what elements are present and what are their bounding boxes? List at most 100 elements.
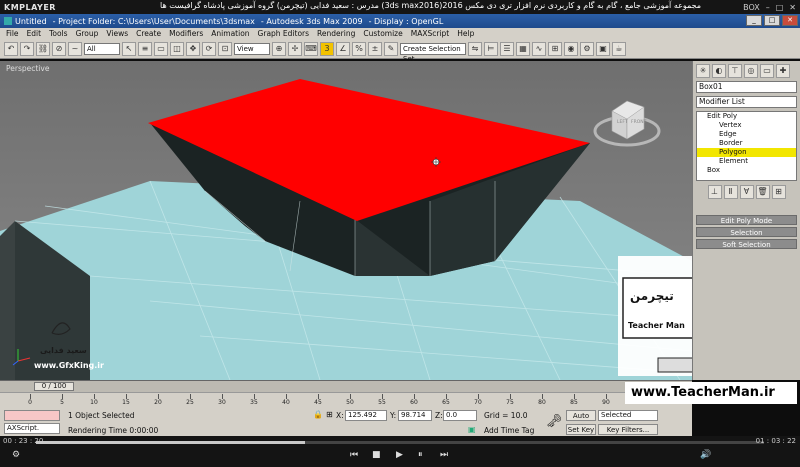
settings-icon[interactable]: ⚙ xyxy=(12,450,20,460)
y-coordinate-field[interactable]: 98.714 xyxy=(398,410,432,421)
selection-filter-dropdown[interactable]: All xyxy=(84,42,120,55)
set-key-button[interactable]: Set Key xyxy=(566,424,596,435)
stack-edit-poly[interactable]: Edit Poly xyxy=(697,112,796,121)
material-editor-icon[interactable]: ◉ xyxy=(564,41,578,56)
undo-icon[interactable]: ↶ xyxy=(4,41,18,56)
time-tag-icon[interactable]: ▣ xyxy=(468,425,476,434)
previous-icon[interactable]: ⏮ xyxy=(350,450,358,460)
curve-editor-icon[interactable]: ∿ xyxy=(532,41,546,56)
edit-named-selection-icon[interactable]: ✎ xyxy=(384,41,398,56)
menu-rendering[interactable]: Rendering xyxy=(313,29,359,38)
make-unique-icon[interactable]: ∀ xyxy=(739,185,754,199)
redo-icon[interactable]: ↷ xyxy=(20,41,34,56)
render-icon[interactable]: ☕ xyxy=(612,41,626,56)
perspective-viewport[interactable]: Perspective LEFT FRONT سعید فدایی www.Gf… xyxy=(0,61,692,380)
menu-maxscript[interactable]: MAXScript xyxy=(407,29,454,38)
configure-sets-icon[interactable]: ⊞ xyxy=(771,185,786,199)
spinner-snap-icon[interactable]: ± xyxy=(368,41,382,56)
stack-element[interactable]: Element xyxy=(697,157,796,166)
key-icon[interactable]: 🗝 xyxy=(546,414,563,429)
add-time-tag[interactable]: Add Time Tag xyxy=(484,426,534,435)
absolute-mode-icon[interactable]: ⊞ xyxy=(326,410,333,419)
remove-modifier-icon[interactable]: 🗑 xyxy=(755,185,770,199)
stack-polygon[interactable]: Polygon xyxy=(697,148,796,157)
rendered-frame-icon[interactable]: ▣ xyxy=(596,41,610,56)
object-name-field[interactable]: Box01 xyxy=(696,81,797,93)
maxscript-listener[interactable] xyxy=(4,410,60,421)
rollout-edit-poly-mode[interactable]: Edit Poly Mode xyxy=(696,215,797,225)
selected-dropdown[interactable]: Selected xyxy=(598,410,658,421)
unlink-icon[interactable]: ⊘ xyxy=(52,41,66,56)
mirror-icon[interactable]: ⇋ xyxy=(468,41,482,56)
maxscript-mini-listener[interactable]: AXScript. xyxy=(4,423,60,434)
align-icon[interactable]: ⊨ xyxy=(484,41,498,56)
menu-views[interactable]: Views xyxy=(102,29,132,38)
select-by-name-icon[interactable]: ≡ xyxy=(138,41,152,56)
menu-tools[interactable]: Tools xyxy=(45,29,71,38)
modifier-list-dropdown[interactable]: Modifier List xyxy=(696,96,797,108)
menu-modifiers[interactable]: Modifiers xyxy=(165,29,207,38)
volume-icon[interactable]: 🔊 xyxy=(700,450,711,460)
z-coordinate-field[interactable]: 0.0 xyxy=(443,410,477,421)
menu-file[interactable]: File xyxy=(2,29,23,38)
select-object-icon[interactable]: ↖ xyxy=(122,41,136,56)
named-selection-sets[interactable]: Create Selection Set xyxy=(400,42,466,63)
menu-animation[interactable]: Animation xyxy=(207,29,253,38)
utilities-tab-icon[interactable]: ✚ xyxy=(776,64,790,78)
stack-box[interactable]: Box xyxy=(697,166,796,175)
snap-toggle-icon[interactable]: 3 xyxy=(320,41,334,56)
selection-region-icon[interactable]: ▭ xyxy=(154,41,168,56)
pause-icon[interactable]: ⏸ xyxy=(418,450,423,460)
viewport-label[interactable]: Perspective xyxy=(6,64,49,73)
lock-icon[interactable]: 🔒 xyxy=(313,410,323,419)
rollout-selection[interactable]: Selection xyxy=(696,227,797,237)
x-coordinate-field[interactable]: 125.492 xyxy=(345,410,387,421)
menu-help[interactable]: Help xyxy=(453,29,478,38)
create-tab-icon[interactable]: ✳ xyxy=(696,64,710,78)
stack-edge[interactable]: Edge xyxy=(697,130,796,139)
menu-create[interactable]: Create xyxy=(132,29,165,38)
menu-graph-editors[interactable]: Graph Editors xyxy=(254,29,314,38)
maximize-icon[interactable]: □ xyxy=(776,3,784,12)
manipulate-icon[interactable]: ✢ xyxy=(288,41,302,56)
close-icon[interactable]: ✕ xyxy=(789,3,796,12)
time-slider-thumb[interactable]: 0 / 100 xyxy=(34,382,74,391)
pivot-point-icon[interactable]: ⊕ xyxy=(272,41,286,56)
link-icon[interactable]: ⛓ xyxy=(36,41,50,56)
key-filters-button[interactable]: Key Filters... xyxy=(598,424,658,435)
menu-group[interactable]: Group xyxy=(72,29,103,38)
stack-border[interactable]: Border xyxy=(697,139,796,148)
minimize-icon[interactable]: – xyxy=(766,3,770,12)
keyboard-shortcut-icon[interactable]: ⌨ xyxy=(304,41,318,56)
graphite-tools-icon[interactable]: ▦ xyxy=(516,41,530,56)
scale-icon[interactable]: ⊡ xyxy=(218,41,232,56)
rotate-icon[interactable]: ⟳ xyxy=(202,41,216,56)
hierarchy-tab-icon[interactable]: ⊤ xyxy=(728,64,742,78)
layer-manager-icon[interactable]: ☰ xyxy=(500,41,514,56)
modify-tab-icon[interactable]: ◐ xyxy=(712,64,726,78)
schematic-view-icon[interactable]: ⊞ xyxy=(548,41,562,56)
rollout-soft-selection[interactable]: Soft Selection xyxy=(696,239,797,249)
app-close-button[interactable]: ✕ xyxy=(782,15,798,26)
track-bar[interactable]: 0510152025303540455055606570758085909510… xyxy=(0,392,692,408)
bind-spacewarp-icon[interactable]: ~ xyxy=(68,41,82,56)
seek-bar[interactable] xyxy=(36,441,764,444)
move-icon[interactable]: ✥ xyxy=(186,41,200,56)
time-slider[interactable]: 0 / 100 xyxy=(0,380,692,392)
stack-vertex[interactable]: Vertex xyxy=(697,121,796,130)
next-icon[interactable]: ⏭ xyxy=(440,450,448,460)
stop-icon[interactable]: ■ xyxy=(372,450,381,460)
pin-stack-icon[interactable]: ⊥ xyxy=(707,185,722,199)
app-maximize-button[interactable]: □ xyxy=(764,15,780,26)
menu-customize[interactable]: Customize xyxy=(359,29,406,38)
motion-tab-icon[interactable]: ◎ xyxy=(744,64,758,78)
app-minimize-button[interactable]: _ xyxy=(746,15,762,26)
auto-key-button[interactable]: Auto Key xyxy=(566,410,596,431)
display-tab-icon[interactable]: ▭ xyxy=(760,64,774,78)
show-end-result-icon[interactable]: Ⅱ xyxy=(723,185,738,199)
angle-snap-icon[interactable]: ∠ xyxy=(336,41,350,56)
render-setup-icon[interactable]: ⚙ xyxy=(580,41,594,56)
menu-edit[interactable]: Edit xyxy=(23,29,46,38)
play-icon[interactable]: ▶ xyxy=(396,450,403,460)
reference-coordinate-dropdown[interactable]: View xyxy=(234,42,270,55)
